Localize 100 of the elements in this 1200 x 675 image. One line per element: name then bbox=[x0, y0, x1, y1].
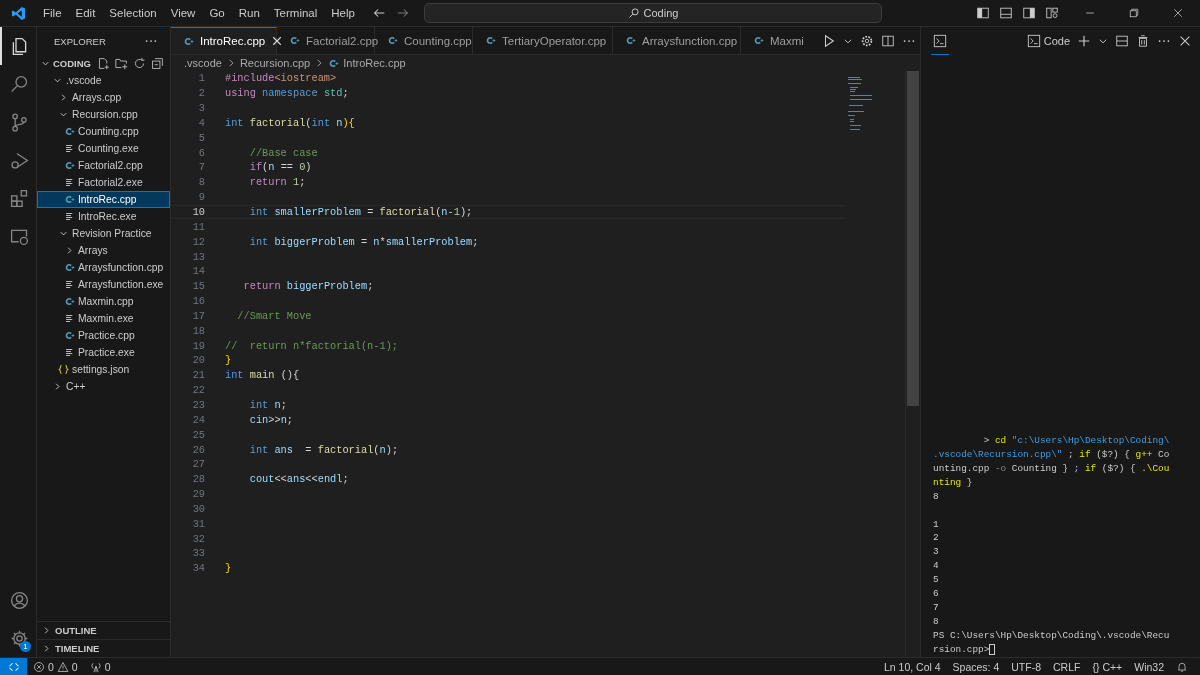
line-number: 20 bbox=[191, 354, 205, 367]
menu-item[interactable]: Edit bbox=[68, 7, 103, 19]
command-search-field[interactable]: Coding bbox=[423, 3, 882, 23]
close-icon[interactable] bbox=[1172, 7, 1184, 19]
close-icon[interactable] bbox=[1178, 34, 1192, 48]
line-number: 30 bbox=[191, 502, 205, 515]
tree-item[interactable]: Practice.exe bbox=[37, 344, 170, 361]
trash-icon[interactable] bbox=[1136, 34, 1150, 48]
bell-icon[interactable] bbox=[1176, 660, 1188, 673]
breadcrumb-item[interactable]: Recursion.cpp bbox=[239, 57, 311, 69]
terminal-line: 4 bbox=[933, 560, 939, 572]
tree-item[interactable]: settings.json bbox=[37, 361, 170, 378]
search-icon bbox=[627, 7, 640, 19]
line-number: 34 bbox=[191, 562, 205, 575]
status-item[interactable]: CRLF bbox=[1047, 660, 1087, 673]
tree-item[interactable]: IntroRec.cpp bbox=[37, 191, 170, 208]
menu-item[interactable]: Selection bbox=[102, 7, 164, 19]
new-folder-icon[interactable] bbox=[115, 57, 128, 70]
status-item[interactable]: UTF-8 bbox=[1005, 660, 1048, 673]
scrollbar-thumb[interactable] bbox=[907, 71, 919, 406]
line-number: 8 bbox=[197, 176, 205, 189]
terminal-line: 7 bbox=[933, 601, 939, 613]
close-icon[interactable] bbox=[271, 35, 284, 47]
terminal-line: PS C:\Users\Hp\Desktop\Coding\.vscode\Recu bbox=[933, 629, 1170, 641]
new-file-icon[interactable] bbox=[97, 57, 110, 70]
file-lines-icon bbox=[64, 211, 75, 222]
line-number: 26 bbox=[191, 443, 205, 456]
editor-tab[interactable]: TertiaryOperator.cpp bbox=[473, 27, 613, 54]
tree-item[interactable]: Revision Practice bbox=[37, 225, 170, 242]
remote-button[interactable] bbox=[0, 657, 27, 675]
tree-item[interactable]: Arrays.cpp bbox=[37, 89, 170, 106]
terminal-line: nting } bbox=[933, 476, 973, 488]
breadcrumb-item[interactable]: .vscode bbox=[184, 57, 222, 69]
terminal-line: 5 bbox=[933, 574, 939, 586]
tree-item[interactable]: .vscode bbox=[37, 72, 170, 89]
tree-item[interactable]: Arrays bbox=[37, 242, 170, 259]
code-line: int ans = factorial(n); bbox=[248, 443, 399, 456]
forward-arrow-icon[interactable] bbox=[395, 6, 410, 20]
settings-icon[interactable] bbox=[859, 33, 874, 48]
line-number: 27 bbox=[191, 458, 205, 471]
tree-item[interactable]: Counting.exe bbox=[37, 140, 170, 157]
breadcrumb-item[interactable]: IntroRec.cpp bbox=[343, 57, 406, 69]
tree-item[interactable]: Arraysfunction.cpp bbox=[37, 259, 170, 276]
line-number: 7 bbox=[197, 161, 205, 174]
caret-icon[interactable] bbox=[1098, 36, 1108, 46]
status-item[interactable]: Ln 10, Col 4 bbox=[877, 660, 947, 673]
ports-indicator[interactable]: 0 bbox=[83, 660, 117, 673]
tree-item[interactable]: Maxmin.cpp bbox=[37, 293, 170, 310]
problems-indicator[interactable]: 0 0 bbox=[27, 660, 84, 673]
line-number: 2 bbox=[197, 87, 205, 100]
cpp-file-icon bbox=[64, 330, 75, 341]
cpp-file-icon bbox=[753, 35, 764, 46]
tree-item[interactable]: Practice.cpp bbox=[37, 327, 170, 344]
workspace-header[interactable]: CODING bbox=[37, 58, 92, 69]
section-header[interactable]: TIMELINE bbox=[37, 639, 170, 657]
line-number: 4 bbox=[197, 116, 205, 129]
manage-button[interactable]: 1 bbox=[0, 619, 36, 657]
tree-item[interactable]: IntroRec.exe bbox=[37, 208, 170, 225]
toggle-panel-icon[interactable] bbox=[999, 6, 1013, 20]
menu-item[interactable]: Go bbox=[202, 7, 232, 19]
terminal-line: > cd "c:\Users\Hp\Desktop\Coding\ bbox=[982, 435, 1170, 447]
tree-item[interactable]: Recursion.cpp bbox=[37, 106, 170, 123]
back-arrow-icon[interactable] bbox=[371, 6, 386, 20]
code-line: int biggerProblem = n*smallerProblem; bbox=[248, 235, 479, 248]
menu-item[interactable]: View bbox=[163, 7, 203, 19]
editor-tab[interactable]: Arraysfunction.cpp bbox=[613, 27, 741, 54]
line-number: 29 bbox=[191, 488, 205, 501]
line-number: 17 bbox=[191, 309, 205, 322]
split-terminal-icon[interactable] bbox=[1115, 34, 1129, 48]
menu-item[interactable]: Terminal bbox=[266, 7, 325, 19]
collapse-all-icon[interactable] bbox=[151, 57, 164, 70]
refresh-icon[interactable] bbox=[133, 57, 146, 70]
tree-item[interactable]: Arraysfunction.exe bbox=[37, 276, 170, 293]
extensions-icon bbox=[8, 187, 30, 209]
plus-icon[interactable] bbox=[1077, 34, 1091, 48]
menu-item[interactable]: File bbox=[36, 7, 69, 19]
tree-item[interactable]: C++ bbox=[37, 378, 170, 395]
line-number: 33 bbox=[191, 547, 205, 560]
tree-item[interactable]: Factorial2.exe bbox=[37, 174, 170, 191]
restore-icon[interactable] bbox=[1128, 7, 1140, 19]
section-header[interactable]: OUTLINE bbox=[37, 621, 170, 639]
layout-icon[interactable] bbox=[1045, 6, 1059, 20]
menu-item[interactable]: Run bbox=[231, 7, 267, 19]
warning-icon bbox=[56, 660, 69, 673]
editor-tab[interactable]: Maxmi bbox=[741, 27, 814, 54]
status-item[interactable]: Spaces: 4 bbox=[946, 660, 1006, 673]
toggle-secondary-sidebar-icon[interactable] bbox=[1022, 6, 1036, 20]
terminal-dropdown[interactable]: Code bbox=[1026, 34, 1070, 48]
app-logo-icon bbox=[11, 5, 26, 21]
toggle-sidebar-icon[interactable] bbox=[976, 6, 990, 20]
status-item[interactable]: Win32 bbox=[1128, 660, 1170, 673]
terminal-line: unting.cpp -o Counting } ; if ($?) { .\Cou bbox=[933, 462, 1170, 474]
terminal-line: rsion.cpp> bbox=[933, 643, 990, 655]
menu-item[interactable]: Help bbox=[324, 7, 362, 19]
split-editor-icon[interactable] bbox=[880, 33, 895, 48]
cpp-file-icon bbox=[485, 35, 496, 46]
status-item[interactable]: {} C++ bbox=[1086, 660, 1129, 673]
tree-item[interactable]: Maxmin.exe bbox=[37, 310, 170, 327]
tree-item[interactable]: Factorial2.cpp bbox=[37, 157, 170, 174]
tree-item[interactable]: Counting.cpp bbox=[37, 123, 170, 140]
